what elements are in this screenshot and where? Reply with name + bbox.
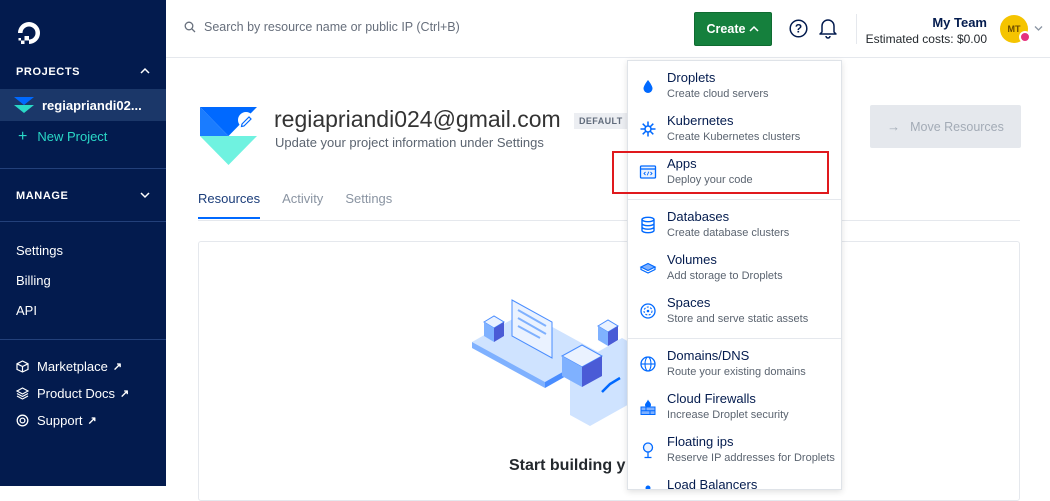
menu-divider — [628, 199, 841, 200]
menu-item-title: Load Balancers — [667, 477, 758, 490]
plus-icon: + — [18, 128, 28, 145]
menu-item-droplets[interactable]: Droplets Create cloud servers — [628, 66, 841, 108]
menu-item-desc: Reserve IP addresses for Droplets — [667, 452, 835, 464]
menu-item-title: Spaces — [667, 295, 711, 310]
menu-item-desc: Add storage to Droplets — [667, 270, 783, 282]
page-title: regiapriandi024@gmail.com — [274, 106, 561, 132]
project-subtitle: Update your project information under Se… — [275, 135, 544, 150]
chevron-down-icon[interactable] — [1034, 25, 1043, 32]
tab-activity[interactable]: Activity — [282, 191, 323, 219]
new-project-label: New Project — [37, 129, 108, 144]
external-link-icon: ↗ — [112, 361, 123, 373]
menu-item-title: Domains/DNS — [667, 348, 750, 363]
help-icon[interactable]: ? — [789, 19, 808, 38]
external-link-icon: ↗ — [120, 388, 130, 400]
move-resources-label: Move Resources — [910, 119, 1004, 134]
kubernetes-icon — [640, 121, 656, 137]
search-bar[interactable]: Search by resource name or public IP (Ct… — [184, 20, 460, 34]
chevron-up-icon[interactable] — [140, 66, 150, 76]
globe-icon — [640, 356, 656, 372]
team-name: My Team — [932, 15, 987, 30]
project-icon — [200, 107, 257, 165]
create-button-label: Create — [706, 22, 746, 36]
create-menu: Droplets Create cloud servers Kubernetes… — [627, 60, 842, 490]
digitalocean-logo-icon[interactable] — [16, 20, 42, 46]
menu-item-kubernetes[interactable]: Kubernetes Create Kubernetes clusters — [628, 109, 841, 151]
menu-item-title: Floating ips — [667, 434, 734, 449]
tab-settings[interactable]: Settings — [345, 191, 392, 219]
firewall-icon — [640, 399, 656, 415]
create-button[interactable]: Create — [694, 12, 772, 46]
menu-item-desc: Increase Droplet security — [667, 409, 789, 421]
manage-section-title: MANAGE — [16, 190, 69, 202]
menu-item-title: Droplets — [667, 70, 716, 85]
volume-icon — [639, 262, 657, 274]
product-docs-label: Product Docs — [37, 386, 116, 401]
sidebar-item-product-docs[interactable]: Product Docs ↗ — [16, 386, 129, 401]
menu-item-desc: Create Kubernetes clusters — [667, 131, 801, 143]
menu-item-desc: Create cloud servers — [667, 88, 769, 100]
support-label: Support — [37, 413, 83, 428]
sidebar-item-billing[interactable]: Billing — [16, 273, 51, 288]
arrow-right-icon: → — [887, 119, 901, 134]
project-icon — [14, 97, 34, 113]
topbar-divider — [856, 14, 857, 44]
menu-item-desc: Store and serve static assets — [667, 313, 809, 325]
tab-resources[interactable]: Resources — [198, 191, 261, 219]
menu-item-cloud-firewalls[interactable]: Cloud Firewalls Increase Droplet securit… — [628, 387, 841, 429]
menu-item-floating-ips[interactable]: Floating ips Reserve IP addresses for Dr… — [628, 430, 841, 472]
sidebar-item-api[interactable]: API — [16, 303, 37, 318]
estimated-costs: Estimated costs: $0.00 — [865, 32, 987, 46]
sidebar-divider — [0, 221, 166, 222]
new-project-link[interactable]: + New Project — [18, 128, 108, 145]
external-link-icon: ↗ — [87, 415, 97, 427]
sidebar-item-marketplace[interactable]: Marketplace ↗ — [16, 359, 122, 374]
load-balancer-icon — [645, 485, 651, 489]
database-icon — [641, 216, 655, 234]
menu-item-domains-dns[interactable]: Domains/DNS Route your existing domains — [628, 344, 841, 386]
support-icon — [16, 414, 29, 427]
menu-item-desc: Route your existing domains — [667, 366, 806, 378]
chevron-up-icon — [749, 25, 759, 32]
current-project-label: regiapriandi02... — [42, 97, 142, 113]
docs-icon — [16, 387, 29, 400]
default-badge: DEFAULT — [574, 113, 628, 129]
spaces-icon — [640, 303, 656, 319]
highlight-annotation — [612, 151, 829, 194]
sidebar-item-current-project[interactable]: regiapriandi02... — [0, 89, 166, 121]
menu-item-databases[interactable]: Databases Create database clusters — [628, 205, 841, 247]
projects-section-title: PROJECTS — [16, 66, 81, 78]
menu-item-title: Databases — [667, 209, 730, 224]
menu-item-title: Cloud Firewalls — [667, 391, 756, 406]
search-icon — [184, 21, 196, 33]
search-input[interactable]: Search by resource name or public IP (Ct… — [204, 20, 460, 34]
sidebar-divider — [0, 168, 166, 169]
team-switcher[interactable]: My Team Estimated costs: $0.00 — [866, 15, 987, 46]
empty-state-illustration — [472, 299, 640, 426]
floating-ip-icon — [642, 442, 654, 459]
tabs-divider — [198, 220, 1020, 221]
avatar-badge — [1019, 31, 1031, 43]
marketplace-label: Marketplace — [37, 359, 108, 374]
move-resources-button[interactable]: → Move Resources — [870, 105, 1021, 148]
top-bar: Search by resource name or public IP (Ct… — [166, 0, 1050, 58]
box-icon — [16, 360, 29, 373]
menu-item-spaces[interactable]: Spaces Store and serve static assets — [628, 291, 841, 333]
menu-item-desc: Create database clusters — [667, 227, 790, 239]
svg-text:?: ? — [795, 22, 802, 36]
sidebar: PROJECTS regiapriandi02... + New Project… — [0, 0, 166, 486]
sidebar-divider — [0, 339, 166, 340]
sidebar-item-settings[interactable]: Settings — [16, 243, 63, 258]
bell-icon[interactable] — [818, 17, 838, 39]
menu-divider — [628, 338, 841, 339]
menu-item-volumes[interactable]: Volumes Add storage to Droplets — [628, 248, 841, 290]
droplet-icon — [643, 80, 653, 93]
project-tabs: Resources Activity Settings — [198, 191, 414, 219]
menu-item-title: Kubernetes — [667, 113, 734, 128]
menu-item-title: Volumes — [667, 252, 717, 267]
chevron-down-icon[interactable] — [140, 190, 150, 200]
empty-state-heading: Start building y — [509, 457, 626, 474]
sidebar-item-support[interactable]: Support ↗ — [16, 413, 97, 428]
menu-item-load-balancers[interactable]: Load Balancers — [628, 473, 841, 490]
